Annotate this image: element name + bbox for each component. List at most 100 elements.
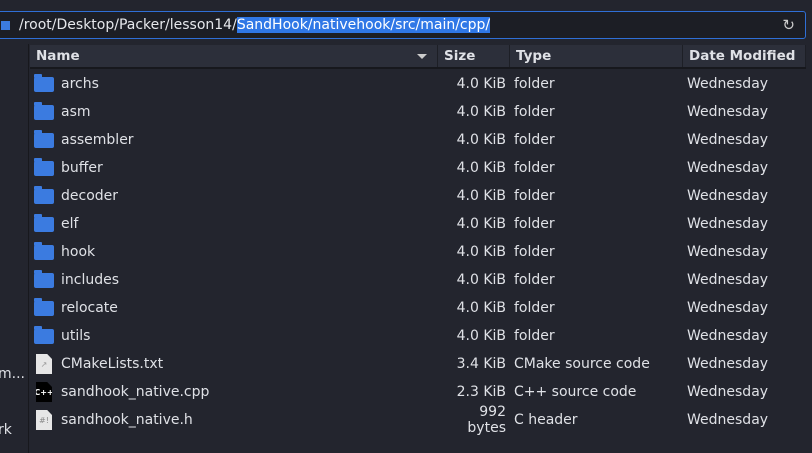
file-size: 4.0 KiB xyxy=(456,160,506,176)
file-name: archs xyxy=(61,76,99,92)
file-size: 4.0 KiB xyxy=(456,104,506,120)
file-type: folder xyxy=(514,272,555,288)
file-row[interactable]: hook 4.0 KiB folder Wednesday xyxy=(30,238,806,266)
file-name-cell: utils xyxy=(30,325,438,344)
file-type: folder xyxy=(514,216,555,232)
file-row[interactable]: decoder 4.0 KiB folder Wednesday xyxy=(30,182,806,210)
path-input[interactable]: /root/Desktop/Packer/lesson14/SandHook/n… xyxy=(19,17,491,33)
text-file-icon: ↗ xyxy=(36,354,52,374)
file-name: utils xyxy=(61,328,91,344)
file-name: buffer xyxy=(61,160,103,176)
folder-icon xyxy=(34,73,54,92)
file-size: 4.0 KiB xyxy=(456,76,506,92)
column-date[interactable]: Date Modified xyxy=(683,45,806,67)
folder-icon xyxy=(34,269,54,288)
file-type: folder xyxy=(514,188,555,204)
file-size: 4.0 KiB xyxy=(456,244,506,260)
file-row[interactable]: assembler 4.0 KiB folder Wednesday xyxy=(30,126,806,154)
file-name: includes xyxy=(61,272,120,288)
file-name-cell: hook xyxy=(30,241,438,260)
file-name: sandhook_native.cpp xyxy=(61,384,210,400)
file-type: folder xyxy=(514,244,555,260)
file-type: folder xyxy=(514,160,555,176)
file-name: CMakeLists.txt xyxy=(61,356,164,372)
file-size: 4.0 KiB xyxy=(456,328,506,344)
file-type: CMake source code xyxy=(514,356,650,372)
cpp-file-icon: C++ xyxy=(36,382,52,402)
file-date: Wednesday xyxy=(687,160,769,176)
file-size: 4.0 KiB xyxy=(456,216,506,232)
file-type: folder xyxy=(514,76,555,92)
column-name[interactable]: Name xyxy=(30,45,438,67)
file-name-cell: assembler xyxy=(30,129,438,148)
file-name-cell: ↗ CMakeLists.txt xyxy=(30,354,438,374)
folder-icon xyxy=(34,325,54,344)
file-date: Wednesday xyxy=(687,412,769,428)
file-name: elf xyxy=(61,216,79,232)
file-name-cell: buffer xyxy=(30,157,438,176)
column-header: Name Size Type Date Modified xyxy=(30,45,806,69)
file-row[interactable]: utils 4.0 KiB folder Wednesday xyxy=(30,322,806,350)
file-date: Wednesday xyxy=(687,384,769,400)
file-row[interactable]: #! sandhook_native.h 992 bytes C header W… xyxy=(30,404,806,436)
file-date: Wednesday xyxy=(687,272,769,288)
sidebar: m... rk xyxy=(0,44,29,453)
file-list: archs 4.0 KiB folder Wednesday asm 4.0 Ki… xyxy=(30,70,806,436)
folder-icon xyxy=(34,157,54,176)
sidebar-item[interactable]: rk xyxy=(0,422,12,438)
file-name: hook xyxy=(61,244,96,260)
path-selected: SandHook/nativehook/src/main/cpp/ xyxy=(236,17,491,33)
file-date: Wednesday xyxy=(687,356,769,372)
h-file-icon: #! xyxy=(36,410,52,430)
file-name-cell: #! sandhook_native.h xyxy=(30,410,438,430)
file-size: 992 bytes xyxy=(467,404,506,436)
sidebar-item[interactable]: m... xyxy=(0,366,25,382)
file-date: Wednesday xyxy=(687,76,769,92)
top-strip xyxy=(0,0,812,10)
folder-icon xyxy=(34,213,54,232)
file-name-cell: relocate xyxy=(30,297,438,316)
file-row[interactable]: relocate 4.0 KiB folder Wednesday xyxy=(30,294,806,322)
file-type: folder xyxy=(514,328,555,344)
file-size: 4.0 KiB xyxy=(456,272,506,288)
file-type: folder xyxy=(514,300,555,316)
file-row[interactable]: C++ sandhook_native.cpp 2.3 KiB C++ sourc… xyxy=(30,378,806,406)
file-row[interactable]: archs 4.0 KiB folder Wednesday xyxy=(30,70,806,98)
file-name-cell: decoder xyxy=(30,185,438,204)
folder-icon xyxy=(34,297,54,316)
file-size: 4.0 KiB xyxy=(456,132,506,148)
file-date: Wednesday xyxy=(687,104,769,120)
file-size: 4.0 KiB xyxy=(456,188,506,204)
file-row[interactable]: includes 4.0 KiB folder Wednesday xyxy=(30,266,806,294)
file-date: Wednesday xyxy=(687,188,769,204)
folder-icon xyxy=(1,20,10,30)
file-name: asm xyxy=(61,104,91,120)
file-type: C header xyxy=(514,412,578,428)
folder-icon xyxy=(34,101,54,120)
file-name-cell: elf xyxy=(30,213,438,232)
column-size[interactable]: Size xyxy=(438,45,510,67)
file-type: C++ source code xyxy=(514,384,637,400)
sort-arrow-icon xyxy=(417,54,427,59)
file-row[interactable]: asm 4.0 KiB folder Wednesday xyxy=(30,98,806,126)
file-name-cell: includes xyxy=(30,269,438,288)
file-name: relocate xyxy=(61,300,118,316)
file-size: 3.4 KiB xyxy=(456,356,506,372)
file-size: 4.0 KiB xyxy=(456,300,506,316)
folder-icon xyxy=(34,129,54,148)
file-row[interactable]: ↗ CMakeLists.txt 3.4 KiB CMake source cod… xyxy=(30,350,806,378)
file-name: sandhook_native.h xyxy=(61,412,193,428)
reload-icon[interactable]: ↻ xyxy=(782,16,795,34)
scrollbar[interactable] xyxy=(806,44,812,453)
file-date: Wednesday xyxy=(687,216,769,232)
address-bar[interactable]: /root/Desktop/Packer/lesson14/SandHook/n… xyxy=(0,11,806,39)
file-date: Wednesday xyxy=(687,300,769,316)
file-name-cell: asm xyxy=(30,101,438,120)
column-name-label: Name xyxy=(36,48,80,64)
column-type[interactable]: Type xyxy=(510,45,683,67)
file-date: Wednesday xyxy=(687,328,769,344)
folder-icon xyxy=(34,241,54,260)
file-row[interactable]: buffer 4.0 KiB folder Wednesday xyxy=(30,154,806,182)
file-row[interactable]: elf 4.0 KiB folder Wednesday xyxy=(30,210,806,238)
file-type: folder xyxy=(514,104,555,120)
